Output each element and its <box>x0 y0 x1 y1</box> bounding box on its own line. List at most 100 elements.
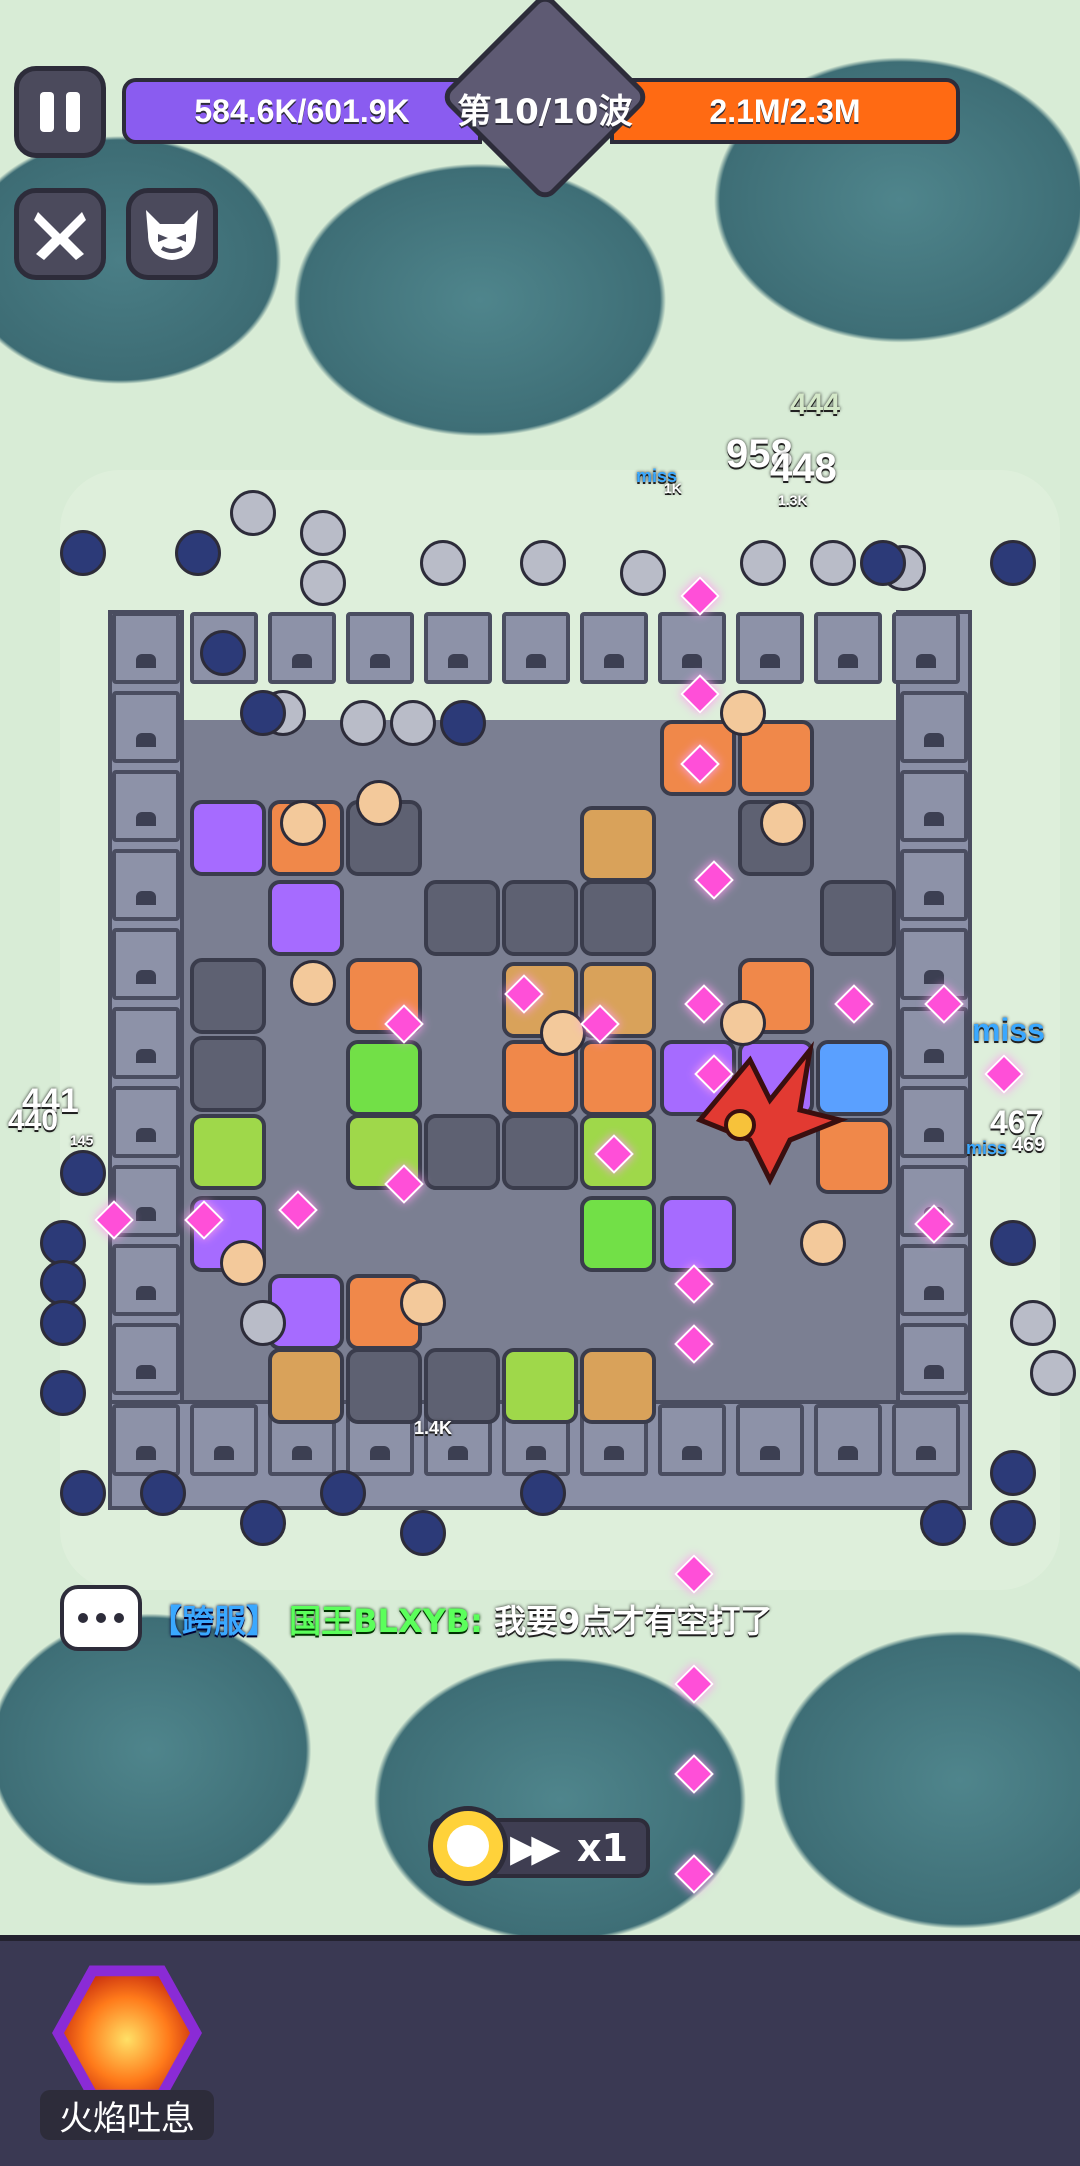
board-tile <box>502 1348 578 1424</box>
damage-number: 440 <box>8 1104 59 1137</box>
shadow-blob-enemy-icon <box>40 1300 86 1346</box>
shadow-blob-enemy-icon <box>990 1220 1036 1266</box>
castle-merlon <box>112 849 180 921</box>
knight-enemy-icon <box>340 700 386 746</box>
board-tile <box>268 1348 344 1424</box>
knight-enemy-icon <box>810 540 856 586</box>
pause-icon <box>66 92 80 132</box>
knight-enemy-icon <box>230 490 276 536</box>
hero-unit-icon <box>720 690 766 736</box>
castle-merlon <box>112 928 180 1000</box>
chat-channel: 【跨服】 <box>150 1602 279 1640</box>
shadow-blob-enemy-icon <box>200 630 246 676</box>
chat-sender: 国王BLXYB: <box>289 1602 483 1640</box>
castle-merlon <box>892 612 960 684</box>
board-tile <box>580 1348 656 1424</box>
castle-merlon <box>112 770 180 842</box>
castle-merlon <box>900 928 968 1000</box>
enemy-hp-bar: 2.1M/2.3M <box>610 78 960 144</box>
board-tile <box>190 1114 266 1190</box>
shadow-blob-enemy-icon <box>990 1450 1036 1496</box>
damage-number: 1K <box>664 480 682 496</box>
castle-merlon <box>900 1007 968 1079</box>
hero-unit-icon <box>280 800 326 846</box>
damage-number: 1.3K <box>778 492 808 508</box>
board-tile <box>424 1348 500 1424</box>
shadow-blob-enemy-icon <box>175 530 221 576</box>
enemy-hp-value: 2.1M/2.3M <box>709 92 861 129</box>
castle-merlon <box>900 1244 968 1316</box>
knight-enemy-icon <box>1030 1350 1076 1396</box>
board-tile <box>820 880 896 956</box>
dragon-icon <box>695 1040 849 1186</box>
hero-unit-icon <box>400 1280 446 1326</box>
shadow-blob-enemy-icon <box>40 1370 86 1416</box>
shadow-blob-enemy-icon <box>990 1500 1036 1546</box>
hero-unit-icon <box>356 780 402 826</box>
chat-button[interactable] <box>60 1585 142 1651</box>
demon-face-icon <box>146 210 198 260</box>
fast-forward-icon: ▶▶ <box>510 1826 561 1870</box>
board-tile <box>580 880 656 956</box>
knight-enemy-icon <box>620 550 666 596</box>
castle-merlon <box>900 1086 968 1158</box>
shadow-blob-enemy-icon <box>520 1470 566 1516</box>
shadow-blob-enemy-icon <box>140 1470 186 1516</box>
shadow-blob-enemy-icon <box>990 540 1036 586</box>
miss-text: miss <box>966 1138 1008 1158</box>
castle-merlon <box>658 1404 726 1476</box>
castle-merlon <box>112 612 180 684</box>
player-hp-bar: 584.6K/601.9K <box>122 78 482 144</box>
chat-line: 【跨服】 国王BLXYB: 我要9点才有空打了 <box>150 1596 772 1642</box>
crossed-swords-icon <box>34 212 86 260</box>
shadow-blob-enemy-icon <box>400 1510 446 1556</box>
damage-number: 469 <box>1012 1134 1046 1156</box>
damage-number: 1.4K <box>414 1418 453 1438</box>
castle-merlon <box>112 691 180 763</box>
castle-merlon <box>112 1404 180 1476</box>
castle-merlon <box>112 1244 180 1316</box>
knight-enemy-icon <box>300 560 346 606</box>
board-tile <box>190 1036 266 1112</box>
shadow-blob-enemy-icon <box>440 700 486 746</box>
chat-dot-icon <box>96 1613 106 1623</box>
knight-enemy-icon <box>240 1300 286 1346</box>
shadow-blob-enemy-icon <box>60 1470 106 1516</box>
castle-merlon <box>736 1404 804 1476</box>
player-hp-value: 584.6K/601.9K <box>194 92 410 129</box>
hero-unit-icon <box>290 960 336 1006</box>
castle-merlon <box>346 612 414 684</box>
hero-unit-icon <box>540 1010 586 1056</box>
board-tile <box>268 880 344 956</box>
chat-dot-icon <box>78 1613 88 1623</box>
board-tile <box>580 1040 656 1116</box>
board-tile <box>346 1040 422 1116</box>
pause-icon <box>40 92 54 132</box>
castle-merlon <box>268 612 336 684</box>
board-tile <box>502 1114 578 1190</box>
board-tile <box>580 806 656 882</box>
shadow-blob-enemy-icon <box>60 530 106 576</box>
knight-enemy-icon <box>390 700 436 746</box>
skill-label: 火焰吐息 <box>40 2090 214 2140</box>
miss-text: miss <box>972 1012 1045 1048</box>
board-tile <box>190 800 266 876</box>
board-tile <box>660 1196 736 1272</box>
knight-enemy-icon <box>520 540 566 586</box>
shadow-blob-enemy-icon <box>320 1470 366 1516</box>
board-tile <box>190 958 266 1034</box>
castle-merlon <box>424 612 492 684</box>
castle-merlon <box>900 770 968 842</box>
castle-merlon <box>814 1404 882 1476</box>
castle-merlon <box>900 691 968 763</box>
demon-boss-button[interactable] <box>126 188 218 280</box>
pause-button[interactable] <box>14 66 106 158</box>
speed-multiplier: x1 <box>577 1826 628 1870</box>
chat-message: 我要9点才有空打了 <box>494 1602 773 1640</box>
stopwatch-icon <box>428 1806 508 1886</box>
knight-enemy-icon <box>420 540 466 586</box>
damage-number: 145 <box>70 1132 94 1148</box>
shadow-blob-enemy-icon <box>920 1500 966 1546</box>
crossed-swords-button[interactable] <box>14 188 106 280</box>
shadow-blob-enemy-icon <box>240 690 286 736</box>
